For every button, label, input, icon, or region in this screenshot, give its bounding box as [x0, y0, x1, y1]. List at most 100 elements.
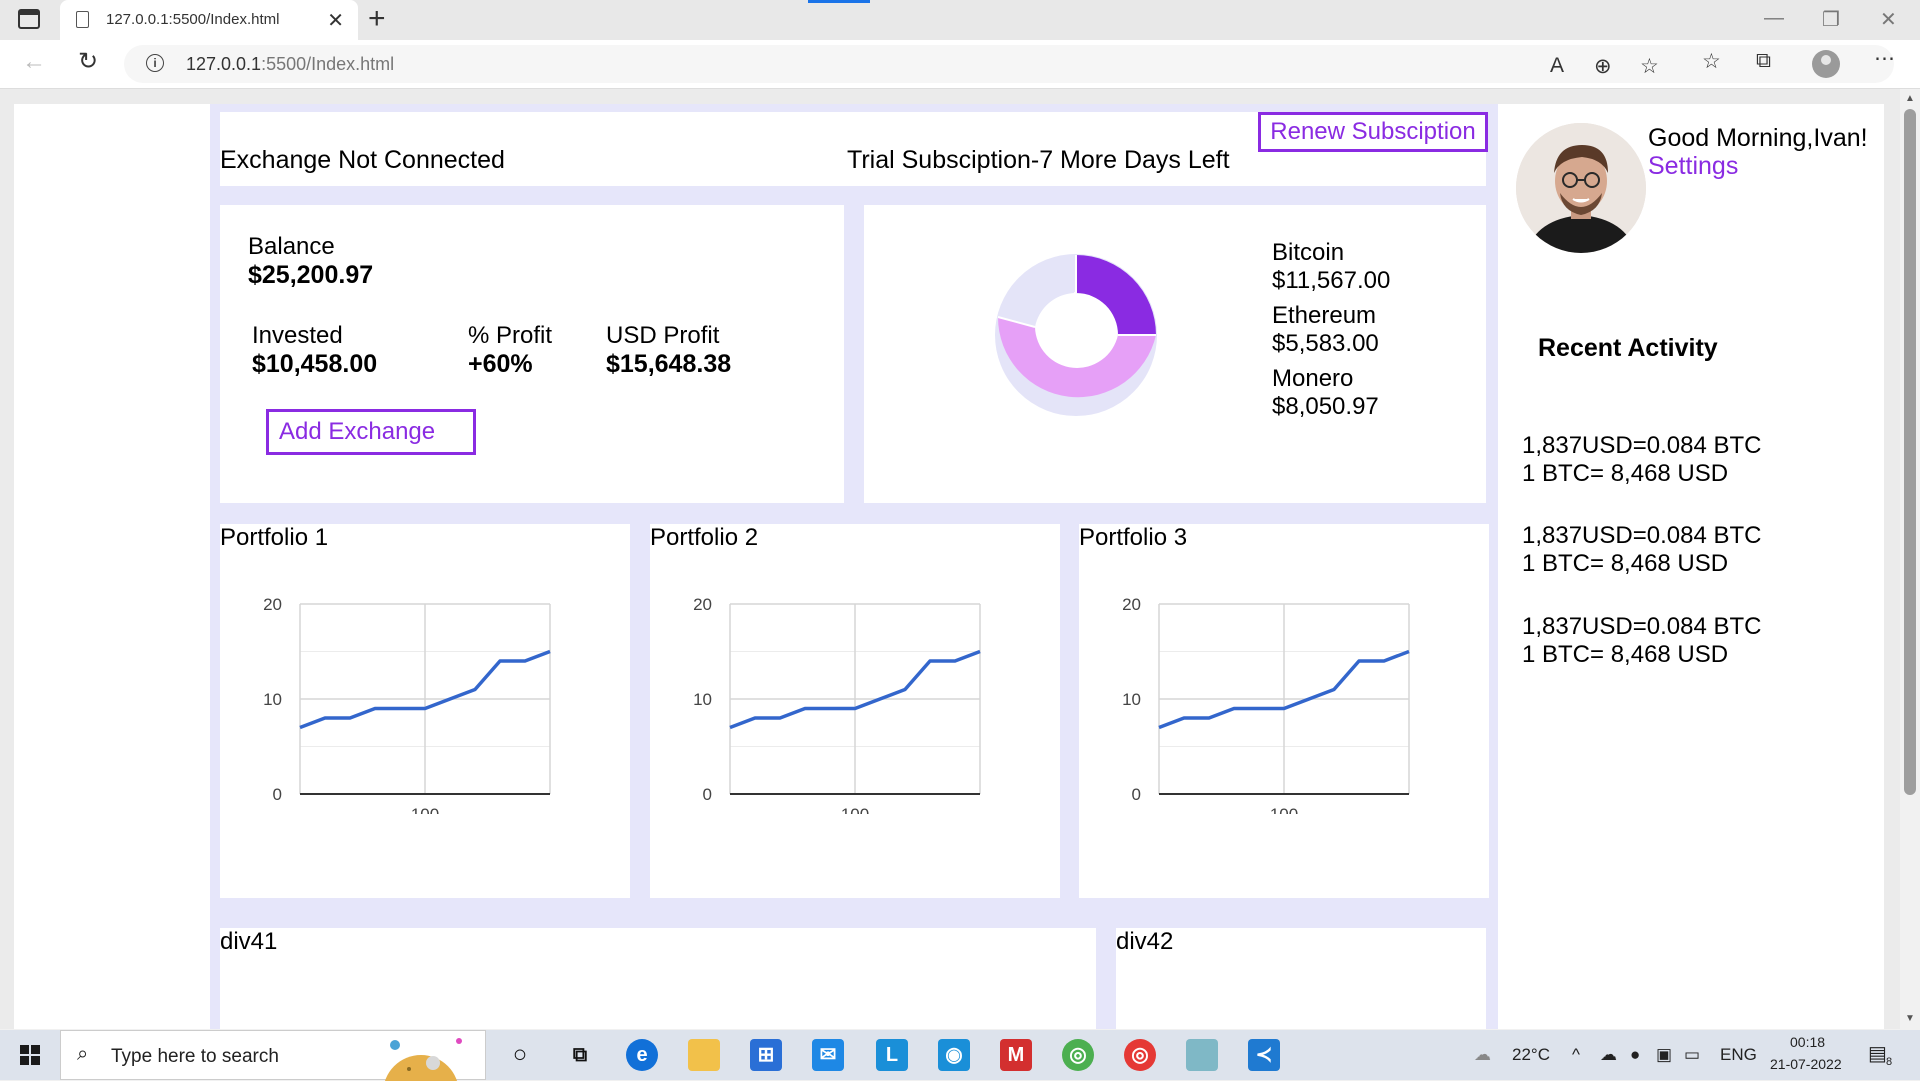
clock-date[interactable]: 21-07-2022	[1770, 1056, 1842, 1072]
weather-icon[interactable]: ☁	[1474, 1045, 1491, 1065]
invested-value: $10,458.00	[252, 350, 378, 378]
add-favorite-icon[interactable]: ☆	[1640, 54, 1659, 79]
close-tab-icon[interactable]: ✕	[327, 8, 344, 33]
browser-tab[interactable]: 127.0.0.1:5500/Index.html ✕	[60, 0, 358, 40]
tab-actions-icon[interactable]	[18, 9, 40, 29]
language-indicator[interactable]: ENG	[1720, 1045, 1757, 1065]
page-scrollbar[interactable]: ▲ ▼	[1900, 89, 1920, 1029]
back-icon[interactable]: ←	[22, 48, 46, 76]
y-tick-label: 0	[273, 785, 282, 804]
notifications-icon[interactable]: ▤	[1868, 1041, 1887, 1066]
new-tab-icon[interactable]: +	[368, 2, 386, 36]
balance-label: Balance	[248, 233, 335, 260]
search-icon: ⌕	[77, 1043, 89, 1065]
activity-item: 1,837USD=0.084 BTC 1 BTC= 8,468 USD	[1522, 522, 1761, 578]
portfolio-chart-2: 0 10 20 100	[693, 595, 981, 814]
y-tick-label: 10	[693, 690, 712, 709]
dashboard-page: Exchange Not Connected Trial Subsciption…	[14, 104, 1884, 1029]
chrome-icon[interactable]: ◎	[1124, 1039, 1156, 1071]
profile-photo	[1516, 123, 1646, 253]
balance-value: $25,200.97	[248, 261, 374, 289]
y-tick-label: 10	[263, 690, 282, 709]
store-icon[interactable]: ⊞	[750, 1039, 782, 1071]
temperature[interactable]: 22°C	[1512, 1045, 1550, 1065]
activity-conversion: 1,837USD=0.084 BTC	[1522, 522, 1762, 549]
portfolio-chart-1: 0 10 20 100	[263, 595, 551, 814]
scroll-up-icon[interactable]: ▲	[1905, 93, 1915, 104]
window-close-icon[interactable]: ✕	[1880, 7, 1897, 32]
search-highlight-illustration	[384, 1038, 462, 1081]
notification-count: 8	[1886, 1056, 1893, 1068]
search-placeholder: Type here to search	[111, 1046, 279, 1067]
portfolio-title: Portfolio 2	[650, 524, 759, 551]
portfolio-card-1: Portfolio 1 0 10 20 100	[220, 524, 630, 898]
minimize-icon[interactable]: —	[1764, 7, 1784, 30]
y-tick-label: 20	[693, 595, 712, 614]
restore-icon[interactable]: ❐	[1822, 7, 1840, 32]
usd-profit-value: $15,648.38	[606, 350, 732, 378]
donut-slice-ethereum	[998, 255, 1074, 327]
activity-rate: 1 BTC= 8,468 USD	[1522, 460, 1729, 487]
x-tick-label: 100	[1270, 805, 1298, 814]
scroll-down-icon[interactable]: ▼	[1905, 1013, 1915, 1024]
app-l-icon[interactable]: L	[876, 1039, 908, 1071]
add-exchange-button[interactable]: Add Exchange	[266, 409, 476, 455]
app-paper-icon[interactable]	[1186, 1039, 1218, 1071]
network-icon[interactable]: ▣	[1656, 1045, 1672, 1065]
settings-link[interactable]: Settings	[1648, 152, 1738, 181]
div42-title: div42	[1116, 928, 1174, 955]
zoom-icon[interactable]: ⊕	[1594, 54, 1612, 79]
windows-taskbar: ⌕ Type here to search ○ ⧉ e ⊞ ✉ L ◉ M ◎ …	[0, 1030, 1920, 1081]
clock-time[interactable]: 00:18	[1790, 1034, 1825, 1050]
profit-pct-label: % Profit	[468, 322, 553, 349]
page-icon	[76, 11, 89, 28]
tab-indicator	[808, 0, 870, 3]
profile-avatar-icon[interactable]	[1812, 50, 1840, 78]
renew-subscription-button[interactable]: Renew Subsciption	[1258, 112, 1488, 152]
collections-icon[interactable]: ⧉	[1756, 49, 1771, 73]
coin-value: $8,050.97	[1272, 393, 1379, 420]
coin-name: Ethereum	[1272, 302, 1377, 329]
reload-icon[interactable]: ↻	[78, 47, 98, 76]
activity-item: 1,837USD=0.084 BTC 1 BTC= 8,468 USD	[1522, 432, 1761, 488]
url-field[interactable]: i 127.0.0.1:5500/Index.html A ⊕ ☆	[124, 45, 1894, 83]
info-icon[interactable]: i	[146, 54, 164, 72]
usd-profit-label: USD Profit	[606, 322, 720, 349]
x-tick-label: 100	[411, 805, 439, 814]
file-explorer-icon[interactable]	[688, 1039, 720, 1071]
x-tick-label: 100	[841, 805, 869, 814]
donut-slice-bitcoin	[1076, 255, 1156, 335]
portfolio-card-3: Portfolio 3 0 10 20 100	[1079, 524, 1489, 898]
read-aloud-icon[interactable]: A	[1550, 54, 1564, 78]
chrome-profile-icon[interactable]: ◎	[1062, 1039, 1094, 1071]
url-text: 127.0.0.1:5500/Index.html	[186, 54, 394, 75]
show-hidden-icons-icon[interactable]: ^	[1572, 1045, 1580, 1065]
exchange-status: Exchange Not Connected	[220, 146, 505, 174]
page-viewport: Exchange Not Connected Trial Subsciption…	[0, 89, 1900, 1029]
portfolio-title: Portfolio 3	[1079, 524, 1188, 551]
taskbar-search[interactable]: ⌕ Type here to search	[60, 1030, 486, 1081]
mail-icon[interactable]: ✉	[812, 1039, 844, 1071]
div41-card: div41	[220, 928, 1096, 1029]
y-tick-label: 20	[1122, 595, 1141, 614]
favorites-icon[interactable]: ☆	[1702, 49, 1721, 74]
microphone-icon[interactable]: ●	[1630, 1045, 1640, 1065]
cortana-icon[interactable]: ○	[504, 1039, 536, 1071]
onedrive-icon[interactable]: ☁	[1600, 1045, 1617, 1065]
edge-icon[interactable]: e	[626, 1039, 658, 1071]
scrollbar-thumb[interactable]	[1904, 109, 1916, 795]
windows-icon[interactable]	[20, 1045, 40, 1065]
task-view-icon[interactable]: ⧉	[564, 1039, 596, 1071]
coin-entry: Ethereum $5,583.00	[1272, 302, 1379, 358]
coin-entry: Monero $8,050.97	[1272, 365, 1379, 421]
allocation-card: Bitcoin $11,567.00 Ethereum $5,583.00 Mo…	[864, 205, 1486, 503]
address-bar: ← ↻ i 127.0.0.1:5500/Index.html A ⊕ ☆ ☆ …	[0, 40, 1920, 89]
mcafee-icon[interactable]: M	[1000, 1039, 1032, 1071]
coin-entry: Bitcoin $11,567.00	[1272, 239, 1390, 295]
more-icon[interactable]: ⋯	[1874, 46, 1895, 71]
vscode-icon[interactable]: ≺	[1248, 1039, 1280, 1071]
app-blue-icon[interactable]: ◉	[938, 1039, 970, 1071]
battery-icon[interactable]: ▭	[1684, 1045, 1700, 1065]
profile-photo-image	[1516, 123, 1646, 253]
coin-name: Bitcoin	[1272, 239, 1345, 266]
